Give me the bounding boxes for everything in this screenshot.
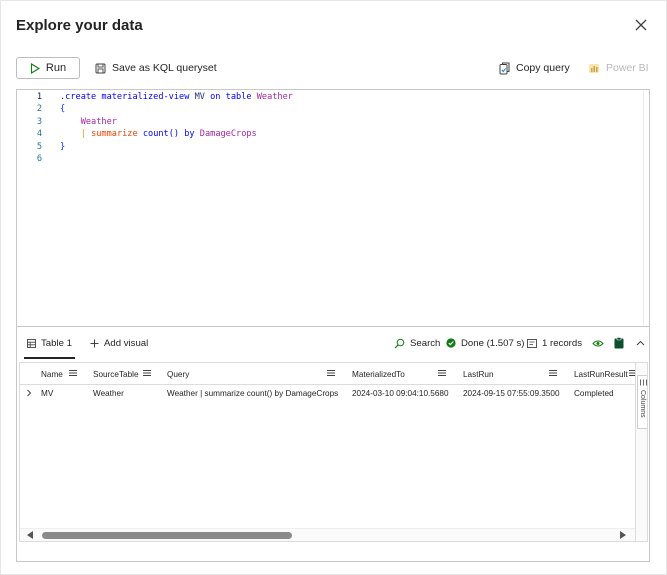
code-line: 3 Weather [17,117,645,129]
scrollbar-thumb[interactable] [42,532,292,539]
power-bi-label: Power BI [606,62,649,74]
run-label: Run [45,62,67,74]
token-source-table: Weather [256,92,293,102]
code-line: 5 } [17,142,645,154]
line-number: 5 [36,141,42,152]
add-visual-label: Add visual [104,337,149,349]
chevron-up-icon [636,340,645,346]
line-number: 3 [36,116,42,127]
run-button[interactable]: Run [16,57,80,79]
record-count: 1 records [527,336,582,350]
save-kql-queryset-button[interactable]: Save as KQL queryset [95,60,217,76]
token-by: by [184,129,195,140]
code-line: 4 | summarize count() by DamageCrops [17,129,645,141]
cell-name: MV [41,389,54,398]
explore-data-dialog: Explore your data Run Save as KQL querys… [0,0,667,575]
column-menu-icon[interactable] [68,368,78,378]
table-row[interactable]: MV Weather Weather | summarize count() b… [20,385,635,402]
token-create: .create [60,92,97,102]
token-table-name: Weather [80,116,117,127]
token-count: count() [142,129,180,140]
scroll-right-icon[interactable] [620,531,626,539]
save-icon [95,63,106,73]
copy-icon [499,62,510,74]
line-number: 2 [36,104,42,115]
code-line: 6 [17,154,645,166]
search-label: Search [410,337,441,349]
code-line: 1 .create materialized-view MV on table … [17,92,645,104]
line-number: 4 [36,129,42,140]
column-menu-icon[interactable] [437,368,447,378]
cell-source-table: Weather [93,389,124,398]
code-line: 2 { [17,104,645,116]
results-pane: Table 1 Add visual Search Done (1.507 s)… [17,326,649,561]
tab-table-1[interactable]: Table 1 [24,333,75,359]
header-name[interactable]: Name [41,363,63,385]
header-last-run-result[interactable]: LastRunResult [574,363,628,385]
scroll-left-icon[interactable] [27,531,33,539]
token-table: table [225,92,252,102]
grid-header-row: Name SourceTable Query MaterializedTo La… [20,363,637,385]
save-label: Save as KQL queryset [112,62,217,74]
cell-materialized-to: 2024-03-10 09:04:10.5680 [352,389,449,398]
results-grid: Name SourceTable Query MaterializedTo La… [19,362,648,542]
token-mv-name: MV [194,92,205,102]
horizontal-scrollbar[interactable] [20,528,635,541]
token-materialized-view: materialized-view [101,92,190,102]
column-menu-icon[interactable] [548,368,558,378]
table-icon [27,338,36,348]
columns-icon [640,379,647,386]
token-open-brace: { [60,104,66,115]
token-pipe: | [80,129,86,140]
dialog-title: Explore your data [16,17,143,34]
copy-label: Copy query [516,62,570,74]
records-text: 1 records [542,337,582,349]
column-menu-icon[interactable] [326,368,336,378]
plus-icon [90,339,99,347]
search-results-button[interactable]: Search [394,336,440,350]
records-icon [527,338,537,348]
play-icon [30,62,40,74]
clipboard-icon [614,337,624,349]
close-icon[interactable] [632,16,650,34]
success-check-icon [446,338,456,348]
token-column: DamageCrops [199,129,257,140]
header-materialized-to[interactable]: MaterializedTo [352,363,405,385]
token-summarize: summarize [91,129,138,140]
cell-last-run-result: Completed [574,389,614,398]
tab-table-label: Table 1 [41,337,72,349]
search-icon [394,338,405,348]
tab-add-visual[interactable]: Add visual [90,333,148,353]
line-number: 6 [36,154,42,164]
columns-panel-toggle[interactable]: Columns [637,375,647,429]
header-source-table[interactable]: SourceTable [93,363,139,385]
eye-icon [592,340,604,346]
line-number: 1 [36,92,42,102]
power-bi-button[interactable]: Power BI [588,60,649,76]
columns-side-panel: Columns [635,363,647,541]
toggle-visibility-button[interactable] [592,336,604,350]
copy-results-button[interactable] [614,336,624,350]
columns-label: Columns [639,390,646,418]
column-menu-icon[interactable] [142,368,152,378]
editor-scrollbar[interactable] [643,90,649,326]
query-status: Done (1.507 s) [446,336,524,350]
chevron-right-icon[interactable] [25,388,33,398]
cell-query: Weather | summarize count() by DamageCro… [167,389,339,398]
header-query[interactable]: Query [167,363,189,385]
header-last-run[interactable]: LastRun [463,363,494,385]
cell-last-run: 2024-09-15 07:55:09.3500 [463,389,560,398]
collapse-results-button[interactable] [636,336,645,350]
token-on: on [210,92,221,102]
power-bi-icon [589,63,599,73]
copy-query-button[interactable]: Copy query [499,60,570,76]
token-close-brace: } [60,141,66,152]
query-workspace: 1 .create materialized-view MV on table … [16,89,650,562]
status-text: Done (1.507 s) [461,337,525,349]
kql-editor[interactable]: 1 .create materialized-view MV on table … [17,90,649,326]
